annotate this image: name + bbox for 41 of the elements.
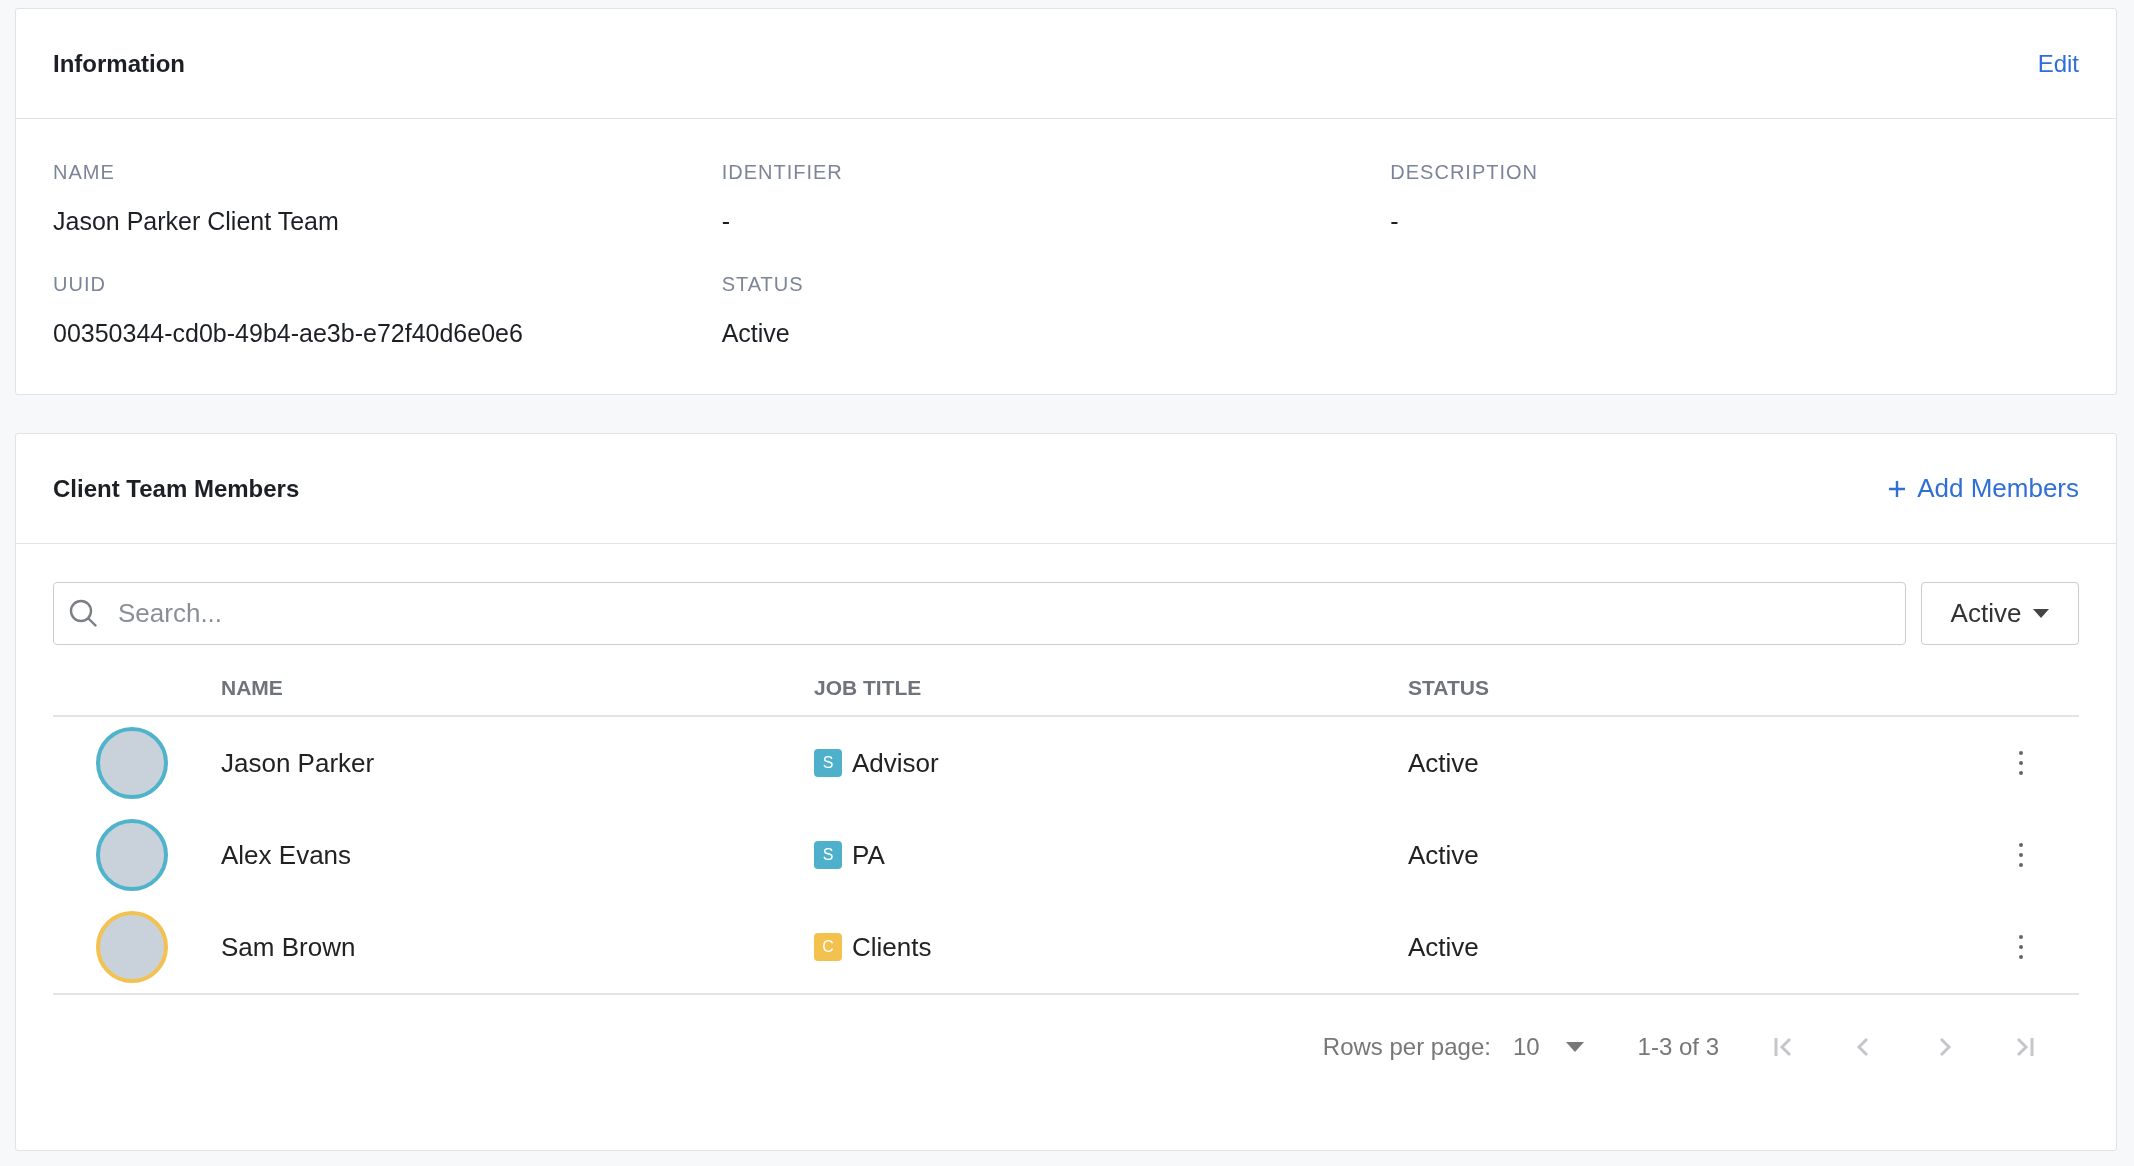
caret-icon (1565, 1042, 1584, 1052)
search-icon (67, 597, 99, 629)
caret-icon (2033, 609, 2050, 618)
member-name: Sam Brown (221, 930, 357, 964)
status-dropdown[interactable]: Active (1921, 582, 2079, 645)
member-status: Active (1408, 746, 1480, 780)
field-label: DESCRIPTION (1390, 160, 1539, 185)
member-name: Alex Evans (221, 838, 353, 872)
field-label: STATUS (721, 271, 805, 297)
page-range: 1-3 of 3 (1637, 1032, 1719, 1062)
job-title: Clients (852, 930, 932, 964)
field-value: 00350344-cd0b-49b4-ae3b-e72f40d6e0e6 (53, 317, 524, 349)
field-value: Active (721, 317, 791, 349)
more-options-icon[interactable] (2017, 751, 2025, 775)
card-title: Client Team Members (53, 473, 300, 504)
plus-icon (1887, 478, 1908, 499)
card-title: Information (53, 48, 185, 79)
field-value: - (1390, 206, 1400, 237)
column-header: NAME (220, 674, 284, 701)
add-members-link[interactable]: Add Members (1887, 469, 2079, 508)
column-header: STATUS (1408, 674, 1490, 701)
member-status: Active (1408, 930, 1480, 964)
member-name: Jason Parker (221, 746, 376, 780)
job-title: PA (852, 838, 885, 872)
job-title: Advisor (852, 746, 939, 780)
more-options-icon[interactable] (2017, 935, 2025, 959)
field-value: Jason Parker Client Team (53, 206, 340, 237)
edit-link[interactable]: Edit (2037, 45, 2079, 82)
more-options-icon[interactable] (2017, 843, 2025, 867)
field-label: UUID (53, 271, 107, 297)
column-header: JOB TITLE (814, 674, 923, 701)
field-label: NAME (53, 160, 116, 185)
rows-per-page-dropdown[interactable]: 10 (1512, 1029, 1584, 1065)
role-badge: S (814, 841, 842, 869)
rows-per-page-label: Rows per page: (1322, 1032, 1491, 1062)
field-value: - (721, 206, 731, 237)
member-status: Active (1408, 838, 1480, 872)
search-field[interactable]: Search... (53, 582, 1906, 645)
role-badge: S (814, 749, 842, 777)
field-label: IDENTIFIER (721, 160, 844, 185)
role-badge: C (814, 933, 842, 961)
